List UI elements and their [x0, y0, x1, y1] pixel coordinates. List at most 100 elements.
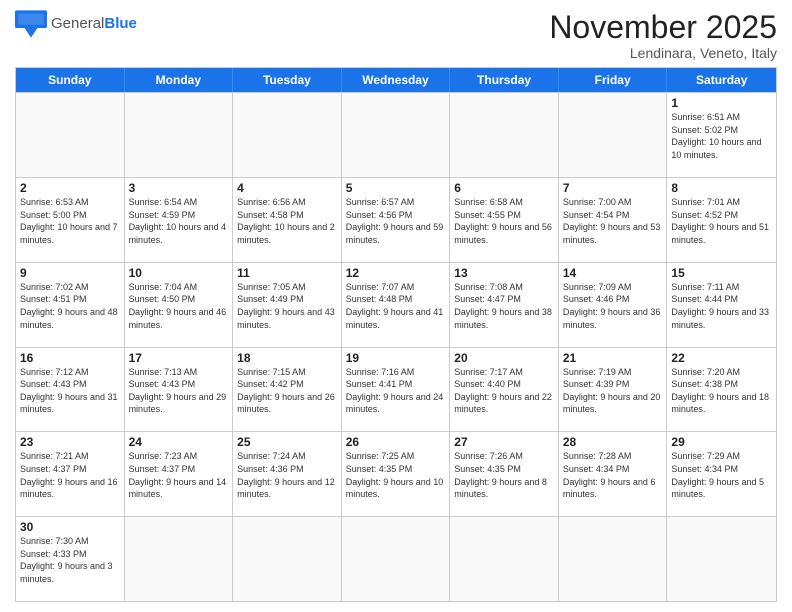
logo-text: GeneralBlue — [51, 16, 137, 33]
empty-cell — [667, 517, 776, 601]
day-number: 21 — [563, 351, 663, 365]
day-cell: 16Sunrise: 7:12 AM Sunset: 4:43 PM Dayli… — [16, 348, 125, 432]
weekday-header: Saturday — [667, 68, 776, 92]
day-cell: 28Sunrise: 7:28 AM Sunset: 4:34 PM Dayli… — [559, 432, 668, 516]
day-cell: 2Sunrise: 6:53 AM Sunset: 5:00 PM Daylig… — [16, 178, 125, 262]
day-info: Sunrise: 7:30 AM Sunset: 4:33 PM Dayligh… — [20, 535, 120, 585]
day-cell: 18Sunrise: 7:15 AM Sunset: 4:42 PM Dayli… — [233, 348, 342, 432]
header: GeneralBlue November 2025 Lendinara, Ven… — [15, 10, 777, 61]
day-info: Sunrise: 7:02 AM Sunset: 4:51 PM Dayligh… — [20, 281, 120, 331]
day-number: 11 — [237, 266, 337, 280]
title-block: November 2025 Lendinara, Veneto, Italy — [549, 10, 777, 61]
empty-cell — [450, 517, 559, 601]
calendar-row: 16Sunrise: 7:12 AM Sunset: 4:43 PM Dayli… — [16, 347, 776, 432]
day-number: 26 — [346, 435, 446, 449]
calendar-body: 1Sunrise: 6:51 AM Sunset: 5:02 PM Daylig… — [16, 92, 776, 601]
logo-icon — [15, 10, 47, 38]
day-cell: 11Sunrise: 7:05 AM Sunset: 4:49 PM Dayli… — [233, 263, 342, 347]
day-cell: 19Sunrise: 7:16 AM Sunset: 4:41 PM Dayli… — [342, 348, 451, 432]
calendar-row: 30Sunrise: 7:30 AM Sunset: 4:33 PM Dayli… — [16, 516, 776, 601]
calendar: SundayMondayTuesdayWednesdayThursdayFrid… — [15, 67, 777, 602]
day-cell: 9Sunrise: 7:02 AM Sunset: 4:51 PM Daylig… — [16, 263, 125, 347]
day-number: 23 — [20, 435, 120, 449]
day-cell: 25Sunrise: 7:24 AM Sunset: 4:36 PM Dayli… — [233, 432, 342, 516]
day-number: 17 — [129, 351, 229, 365]
day-cell: 15Sunrise: 7:11 AM Sunset: 4:44 PM Dayli… — [667, 263, 776, 347]
empty-cell — [342, 93, 451, 177]
day-number: 16 — [20, 351, 120, 365]
day-info: Sunrise: 6:57 AM Sunset: 4:56 PM Dayligh… — [346, 196, 446, 246]
day-number: 3 — [129, 181, 229, 195]
day-info: Sunrise: 7:28 AM Sunset: 4:34 PM Dayligh… — [563, 450, 663, 500]
day-cell: 27Sunrise: 7:26 AM Sunset: 4:35 PM Dayli… — [450, 432, 559, 516]
day-info: Sunrise: 7:08 AM Sunset: 4:47 PM Dayligh… — [454, 281, 554, 331]
day-info: Sunrise: 6:54 AM Sunset: 4:59 PM Dayligh… — [129, 196, 229, 246]
day-cell: 3Sunrise: 6:54 AM Sunset: 4:59 PM Daylig… — [125, 178, 234, 262]
day-number: 7 — [563, 181, 663, 195]
day-cell: 29Sunrise: 7:29 AM Sunset: 4:34 PM Dayli… — [667, 432, 776, 516]
weekday-header: Sunday — [16, 68, 125, 92]
day-number: 27 — [454, 435, 554, 449]
day-number: 9 — [20, 266, 120, 280]
day-number: 22 — [671, 351, 772, 365]
day-cell: 12Sunrise: 7:07 AM Sunset: 4:48 PM Dayli… — [342, 263, 451, 347]
day-info: Sunrise: 7:11 AM Sunset: 4:44 PM Dayligh… — [671, 281, 772, 331]
day-number: 14 — [563, 266, 663, 280]
day-cell: 6Sunrise: 6:58 AM Sunset: 4:55 PM Daylig… — [450, 178, 559, 262]
day-info: Sunrise: 6:58 AM Sunset: 4:55 PM Dayligh… — [454, 196, 554, 246]
empty-cell — [342, 517, 451, 601]
empty-cell — [559, 517, 668, 601]
day-info: Sunrise: 6:56 AM Sunset: 4:58 PM Dayligh… — [237, 196, 337, 246]
day-info: Sunrise: 7:04 AM Sunset: 4:50 PM Dayligh… — [129, 281, 229, 331]
weekday-header: Thursday — [450, 68, 559, 92]
empty-cell — [125, 93, 234, 177]
day-number: 5 — [346, 181, 446, 195]
day-cell: 20Sunrise: 7:17 AM Sunset: 4:40 PM Dayli… — [450, 348, 559, 432]
logo: GeneralBlue — [15, 10, 137, 38]
day-cell: 10Sunrise: 7:04 AM Sunset: 4:50 PM Dayli… — [125, 263, 234, 347]
day-cell: 5Sunrise: 6:57 AM Sunset: 4:56 PM Daylig… — [342, 178, 451, 262]
day-cell: 7Sunrise: 7:00 AM Sunset: 4:54 PM Daylig… — [559, 178, 668, 262]
day-number: 29 — [671, 435, 772, 449]
day-info: Sunrise: 7:09 AM Sunset: 4:46 PM Dayligh… — [563, 281, 663, 331]
day-number: 6 — [454, 181, 554, 195]
day-number: 28 — [563, 435, 663, 449]
day-info: Sunrise: 7:19 AM Sunset: 4:39 PM Dayligh… — [563, 366, 663, 416]
weekday-header: Friday — [559, 68, 668, 92]
empty-cell — [450, 93, 559, 177]
day-number: 1 — [671, 96, 772, 110]
day-info: Sunrise: 7:29 AM Sunset: 4:34 PM Dayligh… — [671, 450, 772, 500]
weekday-header: Tuesday — [233, 68, 342, 92]
day-cell: 23Sunrise: 7:21 AM Sunset: 4:37 PM Dayli… — [16, 432, 125, 516]
day-info: Sunrise: 7:25 AM Sunset: 4:35 PM Dayligh… — [346, 450, 446, 500]
day-info: Sunrise: 7:16 AM Sunset: 4:41 PM Dayligh… — [346, 366, 446, 416]
month-title: November 2025 — [549, 10, 777, 45]
day-number: 10 — [129, 266, 229, 280]
calendar-row: 23Sunrise: 7:21 AM Sunset: 4:37 PM Dayli… — [16, 431, 776, 516]
day-cell: 4Sunrise: 6:56 AM Sunset: 4:58 PM Daylig… — [233, 178, 342, 262]
day-info: Sunrise: 7:23 AM Sunset: 4:37 PM Dayligh… — [129, 450, 229, 500]
day-info: Sunrise: 7:21 AM Sunset: 4:37 PM Dayligh… — [20, 450, 120, 500]
calendar-header: SundayMondayTuesdayWednesdayThursdayFrid… — [16, 68, 776, 92]
day-cell: 22Sunrise: 7:20 AM Sunset: 4:38 PM Dayli… — [667, 348, 776, 432]
day-number: 12 — [346, 266, 446, 280]
day-number: 19 — [346, 351, 446, 365]
day-number: 8 — [671, 181, 772, 195]
day-cell: 26Sunrise: 7:25 AM Sunset: 4:35 PM Dayli… — [342, 432, 451, 516]
day-cell: 30Sunrise: 7:30 AM Sunset: 4:33 PM Dayli… — [16, 517, 125, 601]
day-info: Sunrise: 7:20 AM Sunset: 4:38 PM Dayligh… — [671, 366, 772, 416]
day-info: Sunrise: 7:01 AM Sunset: 4:52 PM Dayligh… — [671, 196, 772, 246]
subtitle: Lendinara, Veneto, Italy — [549, 45, 777, 61]
day-info: Sunrise: 7:13 AM Sunset: 4:43 PM Dayligh… — [129, 366, 229, 416]
calendar-row: 2Sunrise: 6:53 AM Sunset: 5:00 PM Daylig… — [16, 177, 776, 262]
day-info: Sunrise: 7:05 AM Sunset: 4:49 PM Dayligh… — [237, 281, 337, 331]
day-cell: 8Sunrise: 7:01 AM Sunset: 4:52 PM Daylig… — [667, 178, 776, 262]
day-number: 25 — [237, 435, 337, 449]
day-info: Sunrise: 6:53 AM Sunset: 5:00 PM Dayligh… — [20, 196, 120, 246]
day-cell: 21Sunrise: 7:19 AM Sunset: 4:39 PM Dayli… — [559, 348, 668, 432]
empty-cell — [233, 93, 342, 177]
empty-cell — [233, 517, 342, 601]
weekday-header: Monday — [125, 68, 234, 92]
day-number: 20 — [454, 351, 554, 365]
day-number: 2 — [20, 181, 120, 195]
